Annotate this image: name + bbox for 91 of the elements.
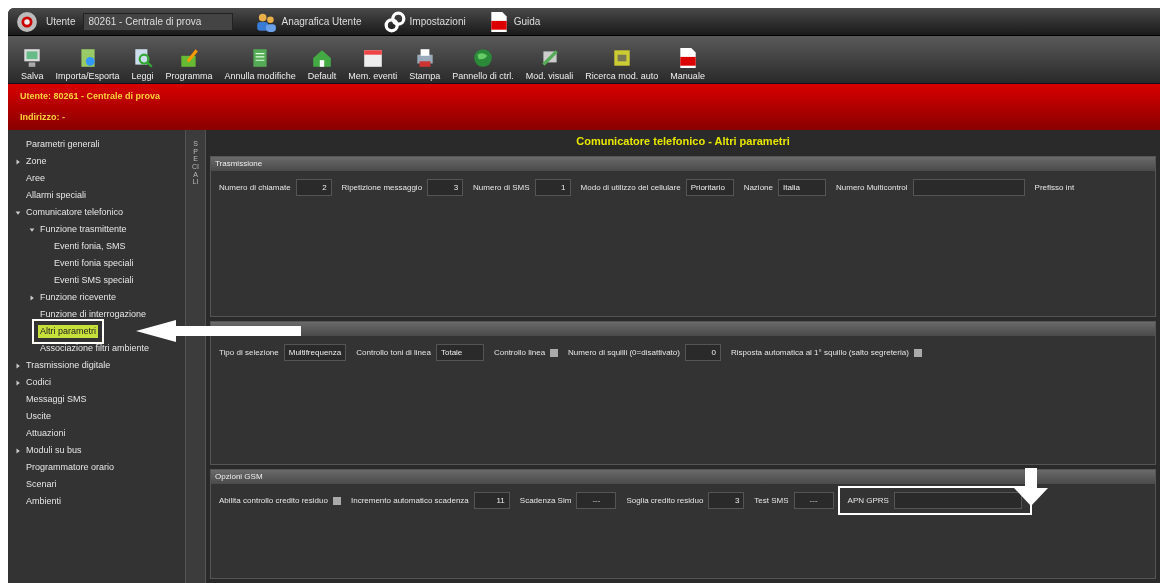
field-label: Numero di chiamate <box>219 181 291 194</box>
logo-icon <box>16 10 38 33</box>
input-field[interactable]: --- <box>793 492 834 509</box>
section-title: Trasmissione <box>215 158 263 170</box>
tree-item[interactable]: Funzione ricevente <box>38 290 119 305</box>
toolbar-button[interactable]: Programma <box>165 71 213 81</box>
field-label: Modo di utilizzo del cellulare <box>580 181 681 194</box>
dropdown[interactable]: Multifrequenza <box>283 344 347 361</box>
tree-item[interactable]: Eventi fonia, SMS <box>52 239 128 254</box>
input-field[interactable] <box>912 179 1025 196</box>
user-info: Utente: 80261 - Centrale di prova <box>20 89 162 103</box>
tree-item[interactable]: Parametri generali <box>24 137 102 152</box>
toolbar-button[interactable]: Leggi <box>131 71 154 81</box>
tree-item[interactable]: Moduli su bus <box>24 443 84 458</box>
expand-icon[interactable] <box>15 379 21 386</box>
pencil-icon <box>178 47 201 69</box>
field-label: Controllo linea <box>493 346 546 359</box>
tree-item[interactable]: Funzione di interrogazione <box>38 307 149 322</box>
checkbox[interactable] <box>913 348 922 357</box>
calendar-icon <box>361 47 384 69</box>
input-field[interactable]: --- <box>576 492 617 509</box>
number-field[interactable]: 11 <box>473 492 510 509</box>
link-icon <box>383 10 406 33</box>
expand-icon[interactable] <box>15 447 21 454</box>
field-label: Tipo di selezione <box>219 346 279 359</box>
expand-icon[interactable] <box>15 158 21 165</box>
toolbar-button[interactable]: Pannello di ctrl. <box>452 71 514 81</box>
field-label: Numero di squilli (0=disattivato) <box>568 346 680 359</box>
toolbar-button[interactable]: Annulla modifiche <box>224 71 296 81</box>
tree-item[interactable]: Funzione trasmittente <box>38 222 129 237</box>
field-label: Scadenza Sim <box>519 494 572 507</box>
user-field[interactable]: 80261 - Centrale di prova <box>83 12 234 31</box>
tree-item[interactable]: Trasmissione digitale <box>24 358 113 373</box>
toolbar-button[interactable]: Mem. eventi <box>348 71 398 81</box>
tree-item[interactable]: Scenari <box>24 477 59 492</box>
field-label: Risposta automatica al 1° squillo (salto segreteria) <box>730 346 909 359</box>
address-info: Indirizzo: - <box>20 111 66 124</box>
field-label: Numero di SMS <box>473 181 530 194</box>
dropdown[interactable]: Prioritario <box>685 179 734 196</box>
tree-item[interactable]: Zone <box>24 154 49 169</box>
header-link[interactable]: Anagrafica Utente <box>281 14 362 29</box>
tree-item[interactable]: Associazione filtri ambiente <box>38 341 152 356</box>
tree-item[interactable]: Attuazioni <box>24 426 68 441</box>
expand-icon[interactable] <box>15 362 21 369</box>
toolbar-button[interactable]: Salva <box>21 71 44 81</box>
field-label: Soglia credito residuo <box>626 494 704 507</box>
header-link[interactable]: Guida <box>513 14 541 29</box>
tree-item[interactable]: Allarmi speciali <box>24 188 89 203</box>
toolbar-button[interactable]: Mod. visuali <box>525 71 574 81</box>
tree-item[interactable]: Messaggi SMS <box>24 392 89 407</box>
number-field[interactable]: 3 <box>427 179 464 196</box>
checkbox[interactable] <box>332 496 341 505</box>
tree-item[interactable]: Codici <box>24 375 53 390</box>
field-label: Nazione <box>743 181 773 194</box>
expand-icon[interactable] <box>29 294 35 301</box>
field-label: Prefisso int <box>1034 181 1075 194</box>
number-field[interactable]: 0 <box>684 344 721 361</box>
number-field[interactable]: 2 <box>295 179 332 196</box>
arrow-annotation <box>1014 468 1048 506</box>
globe-icon <box>472 47 494 69</box>
toolbar-button[interactable]: Importa/Esporta <box>55 71 120 81</box>
field-label: Numero Multicontrol <box>836 181 908 194</box>
dropdown[interactable]: Italia <box>778 179 826 196</box>
field-label: Test SMS <box>754 494 789 507</box>
field-label: Controllo toni di linea <box>356 346 431 359</box>
dropdown[interactable]: Totale <box>435 344 484 361</box>
tree-item[interactable]: Ambienti <box>24 494 63 509</box>
field-label: APN GPRS <box>847 494 889 507</box>
collapse-icon[interactable] <box>29 226 35 233</box>
number-field[interactable]: 1 <box>534 179 571 196</box>
field-label: Incremento automatico scadenza <box>350 494 469 507</box>
toolbar-button[interactable]: Stampa <box>409 71 441 81</box>
tree-item[interactable]: Comunicatore telefonico <box>24 205 126 220</box>
page-title: Comunicatore telefonico - Altri parametri <box>575 134 791 149</box>
field-label: Abilita controllo credito residuo <box>219 494 328 507</box>
toolbar-button[interactable]: Default <box>307 71 337 81</box>
input-field[interactable] <box>893 492 1022 509</box>
number-field[interactable]: 3 <box>708 492 745 509</box>
toolbar-button[interactable]: Ricerca mod. auto <box>585 71 659 81</box>
section-title: Opzioni GSM <box>215 471 263 483</box>
header-link[interactable]: Impostazioni <box>409 14 466 29</box>
tree-item[interactable]: Aree <box>24 171 47 186</box>
tree-item[interactable]: Eventi SMS speciali <box>52 273 136 288</box>
tree-item[interactable]: Programmatore orario <box>24 460 117 475</box>
tree-item[interactable]: Uscite <box>24 409 53 424</box>
collapse-icon[interactable] <box>15 209 21 216</box>
checkbox[interactable] <box>550 348 559 357</box>
tree-item[interactable]: Eventi fonia speciali <box>52 256 136 271</box>
field-label: Ripetizione messaggio <box>341 181 423 194</box>
toolbar-button[interactable]: Manuale <box>670 71 705 81</box>
user-label: Utente <box>46 15 76 29</box>
